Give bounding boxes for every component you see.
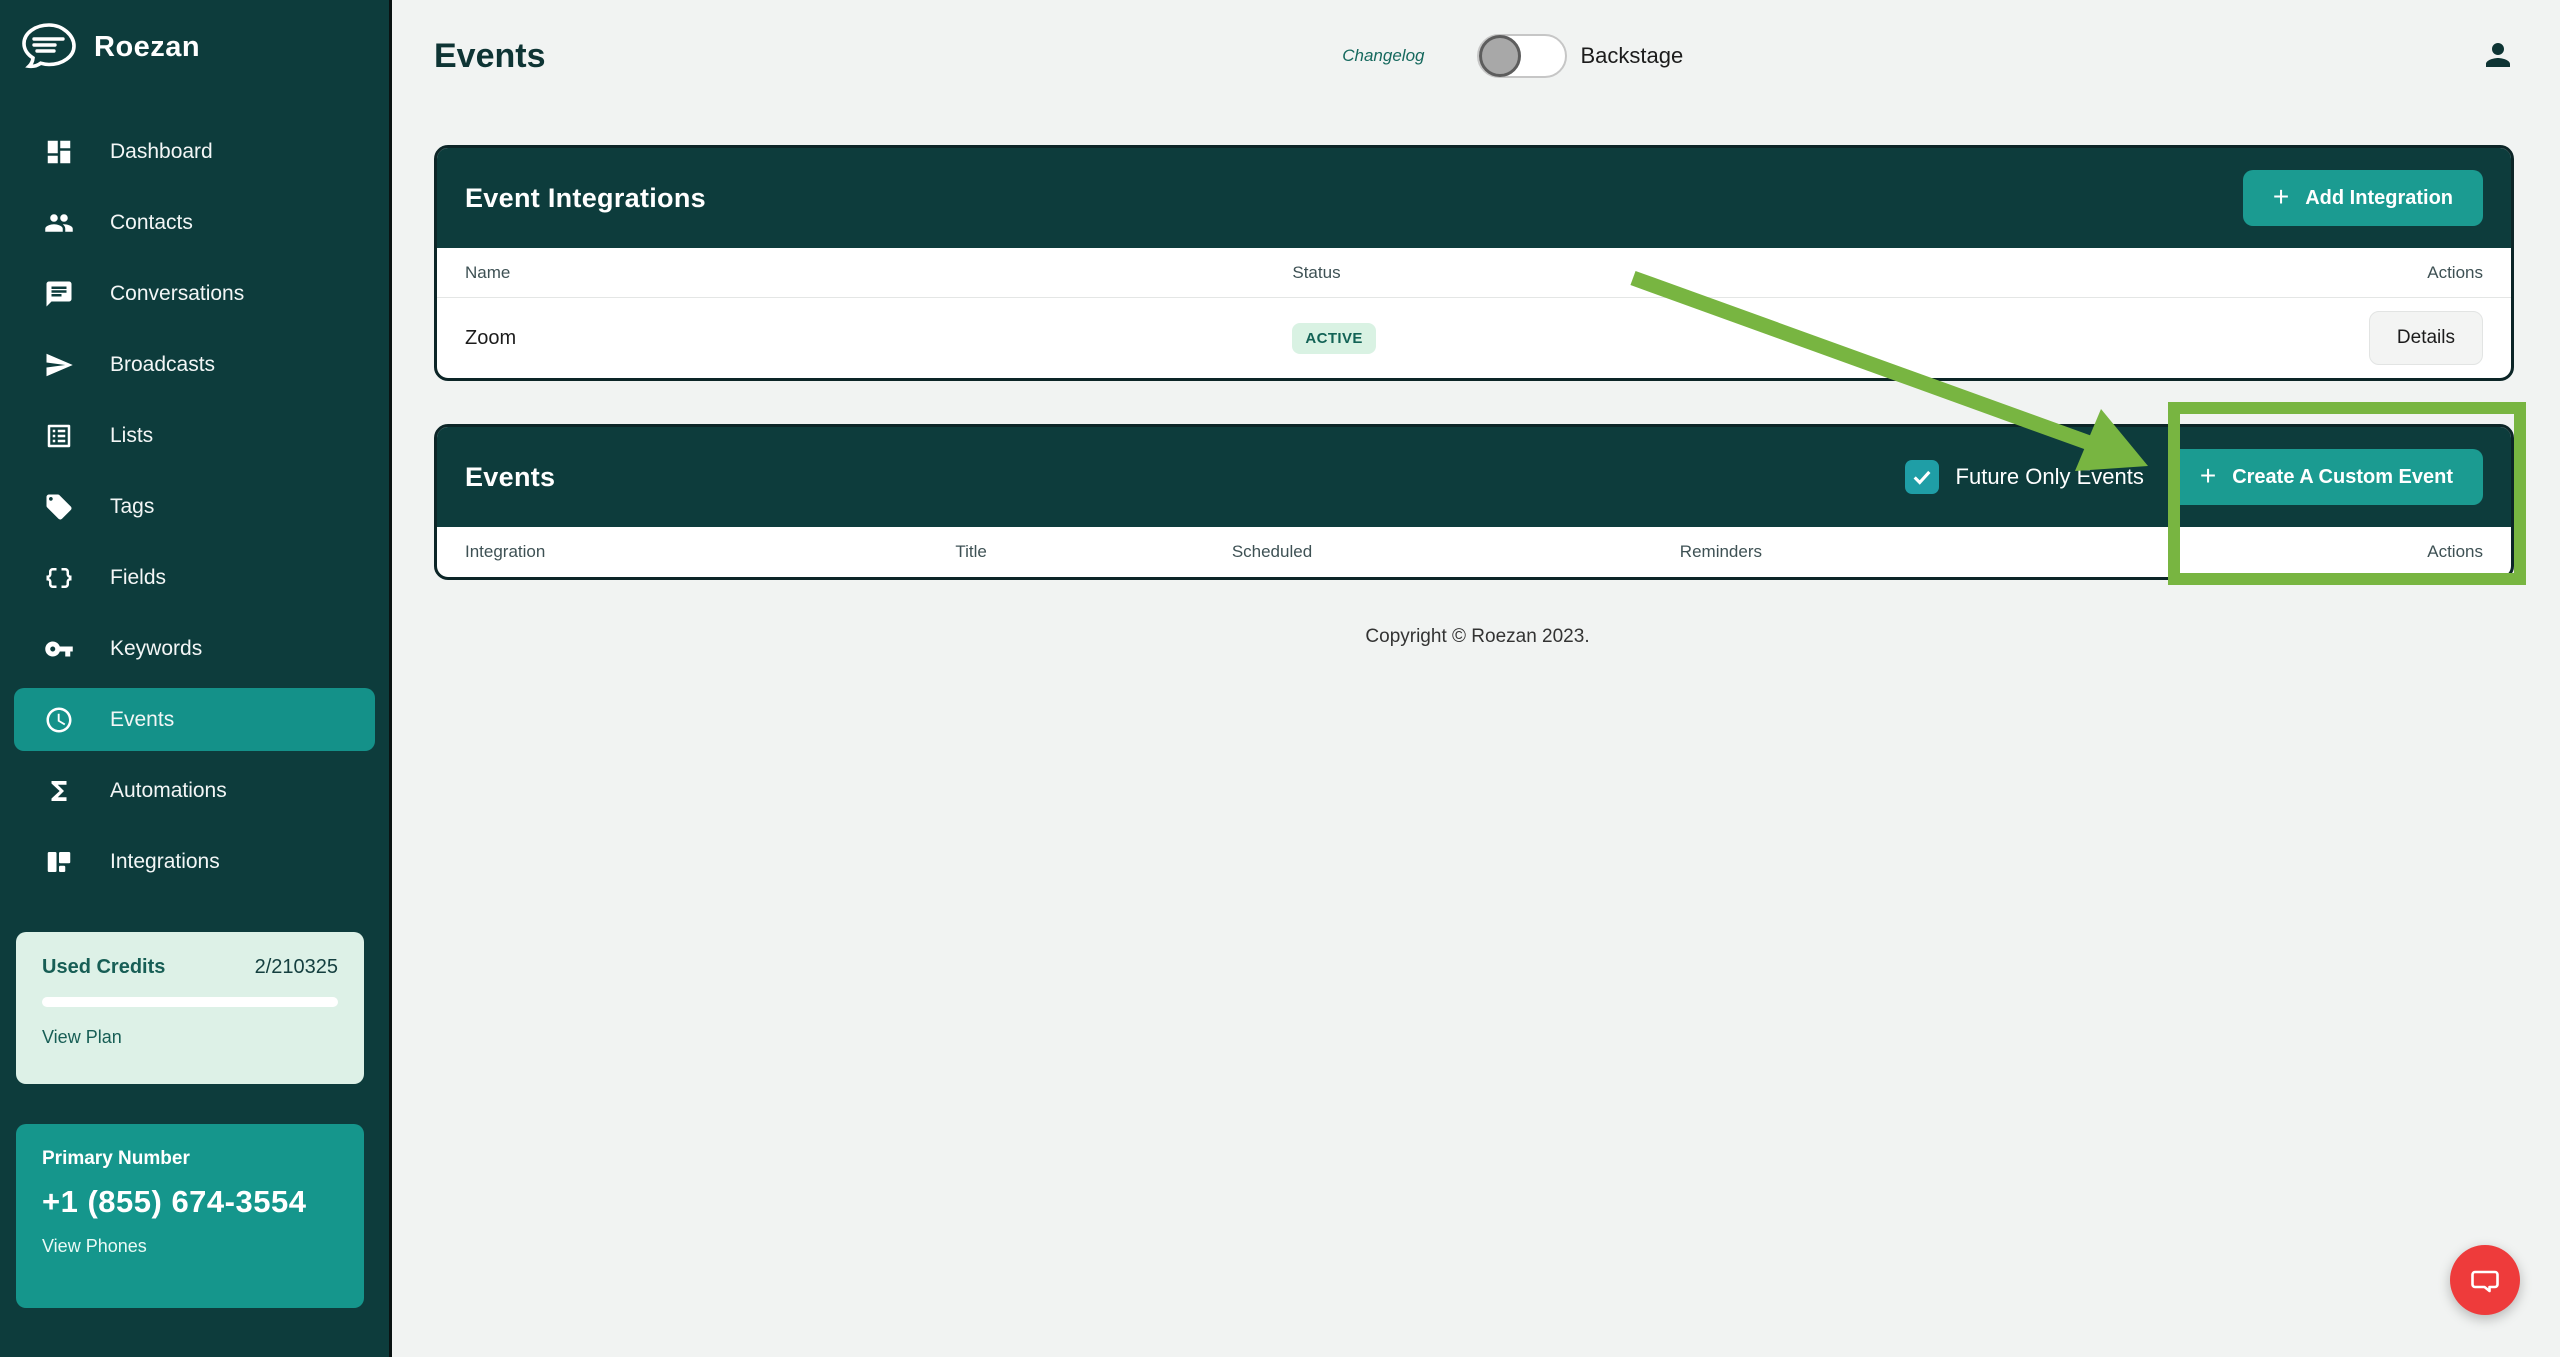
events-clock-icon: [44, 705, 74, 735]
plus-icon: +: [2199, 459, 2217, 491]
column-scheduled: Scheduled: [1231, 542, 1313, 561]
add-integration-label: Add Integration: [2305, 186, 2453, 209]
tags-icon: [44, 492, 74, 522]
sidebar-item-fields[interactable]: Fields: [0, 542, 389, 613]
add-integration-button[interactable]: + Add Integration: [2242, 170, 2483, 226]
view-phones-link[interactable]: View Phones: [42, 1236, 147, 1256]
primary-number-value: +1 (855) 674-3554: [42, 1184, 307, 1219]
sidebar-item-conversations[interactable]: Conversations: [0, 258, 389, 329]
sidebar-item-label: Broadcasts: [110, 352, 216, 376]
sidebar-item-label: Tags: [110, 494, 155, 518]
checkmark-icon: [1913, 470, 1931, 485]
sidebar-item-tags[interactable]: Tags: [0, 471, 389, 542]
person-icon: [2485, 42, 2510, 67]
chat-bubble-icon: [2471, 1270, 2499, 1293]
events-header-controls: Future Only Events + Create A Custom Eve…: [1904, 449, 2483, 505]
integrations-icon: [44, 847, 74, 877]
event-integrations-title: Event Integrations: [465, 182, 706, 213]
changelog-link[interactable]: Changelog: [1342, 46, 1424, 66]
plus-icon: +: [2272, 180, 2290, 212]
sidebar-item-integrations[interactable]: Integrations: [0, 826, 389, 897]
column-title: Title: [955, 542, 987, 561]
column-actions: Actions: [2427, 542, 2483, 561]
roezan-logo-icon: [22, 23, 76, 69]
integration-name-cell: Zoom: [465, 326, 517, 349]
sidebar-item-label: Integrations: [110, 849, 220, 873]
broadcasts-icon: [44, 350, 74, 380]
sidebar-item-label: Lists: [110, 423, 154, 447]
automations-icon: [44, 776, 74, 806]
column-integration: Integration: [465, 542, 546, 561]
column-name: Name: [465, 262, 511, 282]
column-reminders: Reminders: [1679, 542, 1762, 561]
table-row: Zoom ACTIVE Details: [437, 298, 2511, 378]
sidebar-item-label: Contacts: [110, 210, 193, 234]
sidebar-item-keywords[interactable]: Keywords: [0, 613, 389, 684]
page-header: Events Changelog Backstage: [395, 0, 2560, 112]
integrations-table-header: Name Status Actions: [437, 248, 2511, 298]
status-badge: ACTIVE: [1292, 322, 1376, 354]
sidebar-item-automations[interactable]: Automations: [0, 755, 389, 826]
event-integrations-panel: Event Integrations + Add Integration Nam…: [434, 145, 2514, 381]
sidebar-item-label: Conversations: [110, 281, 245, 305]
dashboard-icon: [44, 137, 74, 167]
integration-status-cell: ACTIVE: [1292, 322, 2369, 354]
events-panel-header: Events Future Only Events + Create A Cus…: [437, 427, 2511, 527]
event-integrations-panel-header: Event Integrations + Add Integration: [437, 148, 2511, 248]
sidebar-item-label: Dashboard: [110, 139, 213, 163]
app-logo[interactable]: Roezan: [0, 0, 389, 90]
column-status: Status: [1292, 262, 1341, 282]
chat-fab-button[interactable]: [2450, 1245, 2520, 1315]
main-content: Events Changelog Backstage Event Integra…: [395, 0, 2560, 648]
used-credits-title: Used Credits: [42, 956, 166, 978]
create-custom-event-label: Create A Custom Event: [2232, 465, 2453, 488]
column-actions: Actions: [2427, 262, 2483, 282]
backstage-toggle-label: Backstage: [1580, 43, 1684, 68]
details-button[interactable]: Details: [2368, 311, 2483, 365]
sidebar: Roezan Dashboard Contacts Conversations …: [0, 0, 392, 1357]
primary-number-card: Primary Number +1 (855) 674-3554 View Ph…: [16, 1124, 364, 1308]
sidebar-item-events[interactable]: Events: [14, 688, 375, 751]
events-panel: Events Future Only Events + Create A Cus…: [434, 424, 2514, 580]
view-plan-link[interactable]: View Plan: [42, 1027, 122, 1048]
fields-icon: [44, 563, 74, 593]
future-only-events-checkbox[interactable]: [1904, 460, 1939, 494]
conversations-icon: [44, 279, 74, 309]
app-name: Roezan: [94, 30, 201, 63]
sidebar-item-dashboard[interactable]: Dashboard: [0, 116, 389, 187]
used-credits-value: 2/210325: [254, 956, 338, 978]
future-only-events-label: Future Only Events: [1955, 464, 2144, 489]
create-custom-event-button[interactable]: + Create A Custom Event: [2169, 449, 2483, 505]
lists-icon: [44, 421, 74, 451]
events-table-header: Integration Title Scheduled Reminders Ac…: [437, 527, 2511, 577]
sidebar-item-broadcasts[interactable]: Broadcasts: [0, 329, 389, 400]
user-avatar-button[interactable]: [2480, 37, 2516, 76]
sidebar-item-label: Automations: [110, 778, 227, 802]
copyright-text: Copyright © Roezan 2023.: [1365, 626, 1590, 647]
sidebar-nav: Dashboard Contacts Conversations Broadca…: [0, 116, 389, 897]
sidebar-item-label: Events: [110, 707, 175, 731]
integration-actions-cell: Details: [2368, 311, 2483, 365]
primary-number-title: Primary Number: [42, 1148, 190, 1169]
used-credits-card: Used Credits 2/210325 View Plan: [16, 932, 364, 1084]
toggle-knob: [1478, 35, 1521, 77]
credits-progress-bar: [42, 997, 338, 1007]
page-title: Events: [434, 36, 546, 75]
sidebar-item-lists[interactable]: Lists: [0, 400, 389, 471]
backstage-toggle[interactable]: [1476, 34, 1567, 78]
keywords-icon: [44, 634, 74, 664]
sidebar-item-contacts[interactable]: Contacts: [0, 187, 389, 258]
events-panel-title: Events: [465, 461, 556, 492]
sidebar-item-label: Keywords: [110, 636, 203, 660]
sidebar-item-label: Fields: [110, 565, 167, 589]
contacts-icon: [44, 208, 74, 238]
